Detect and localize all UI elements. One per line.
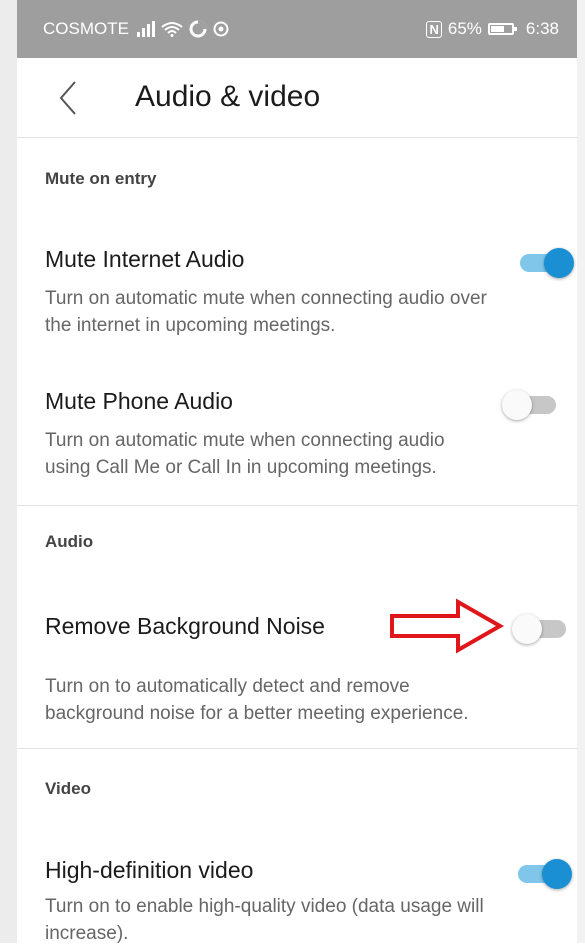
mute-internet-audio-toggle[interactable] [514, 244, 574, 280]
description-line: the internet in upcoming meetings. [45, 315, 336, 336]
mute-internet-audio-description: Turn on automatic mute when connecting a… [45, 285, 575, 339]
mute-internet-audio-title: Mute Internet Audio [45, 246, 245, 272]
status-right: N 65% 6:38 [426, 19, 559, 39]
nfc-icon: N [426, 20, 442, 38]
shield-icon [213, 21, 229, 37]
app-header: Audio & video [17, 58, 577, 138]
section-header-video: Video [45, 779, 91, 798]
status-bar: COSMOTE N 65% 6:38 [17, 0, 577, 58]
section-divider [17, 748, 577, 749]
high-definition-video-description: Turn on to enable high-quality video (da… [45, 893, 575, 947]
chevron-left-icon[interactable] [49, 78, 89, 118]
carrier-name: COSMOTE [43, 19, 129, 38]
toggle-thumb [542, 859, 572, 889]
left-edge [0, 0, 17, 943]
page-title: Audio & video [135, 80, 321, 113]
wifi-icon [161, 22, 183, 37]
description-line: background noise for a better meeting ex… [45, 703, 469, 724]
red-arrow-annotation-icon [390, 598, 505, 654]
description-line: Turn on to enable high-quality video (da… [45, 896, 484, 917]
description-line: Turn on automatic mute when connecting a… [45, 430, 445, 451]
toggle-thumb [502, 390, 532, 420]
mute-phone-audio-toggle[interactable] [502, 386, 562, 422]
status-left: COSMOTE [43, 19, 229, 39]
signal-icon [136, 21, 155, 37]
sync-icon [189, 20, 207, 38]
mute-phone-audio-description: Turn on automatic mute when connecting a… [45, 427, 575, 481]
high-definition-video-title: High-definition video [45, 857, 254, 883]
right-edge [577, 0, 585, 943]
battery-percent: 65% [447, 19, 482, 38]
description-line: using Call Me or Call In in upcoming mee… [45, 457, 437, 478]
section-header-mute-on-entry: Mute on entry [45, 169, 157, 188]
toggle-thumb [544, 248, 574, 278]
clock: 6:38 [525, 19, 559, 38]
remove-background-noise-description: Turn on to automatically detect and remo… [45, 673, 575, 727]
remove-background-noise-title: Remove Background Noise [45, 613, 325, 639]
high-definition-video-toggle[interactable] [512, 855, 572, 891]
mute-phone-audio-title: Mute Phone Audio [45, 388, 233, 414]
description-line: Turn on automatic mute when connecting a… [45, 288, 487, 309]
toggle-thumb [512, 614, 542, 644]
battery-icon [487, 23, 517, 35]
section-header-audio: Audio [45, 532, 94, 551]
description-line: Turn on to automatically detect and remo… [45, 676, 410, 697]
remove-background-noise-toggle[interactable] [512, 610, 572, 646]
section-divider [17, 505, 577, 506]
